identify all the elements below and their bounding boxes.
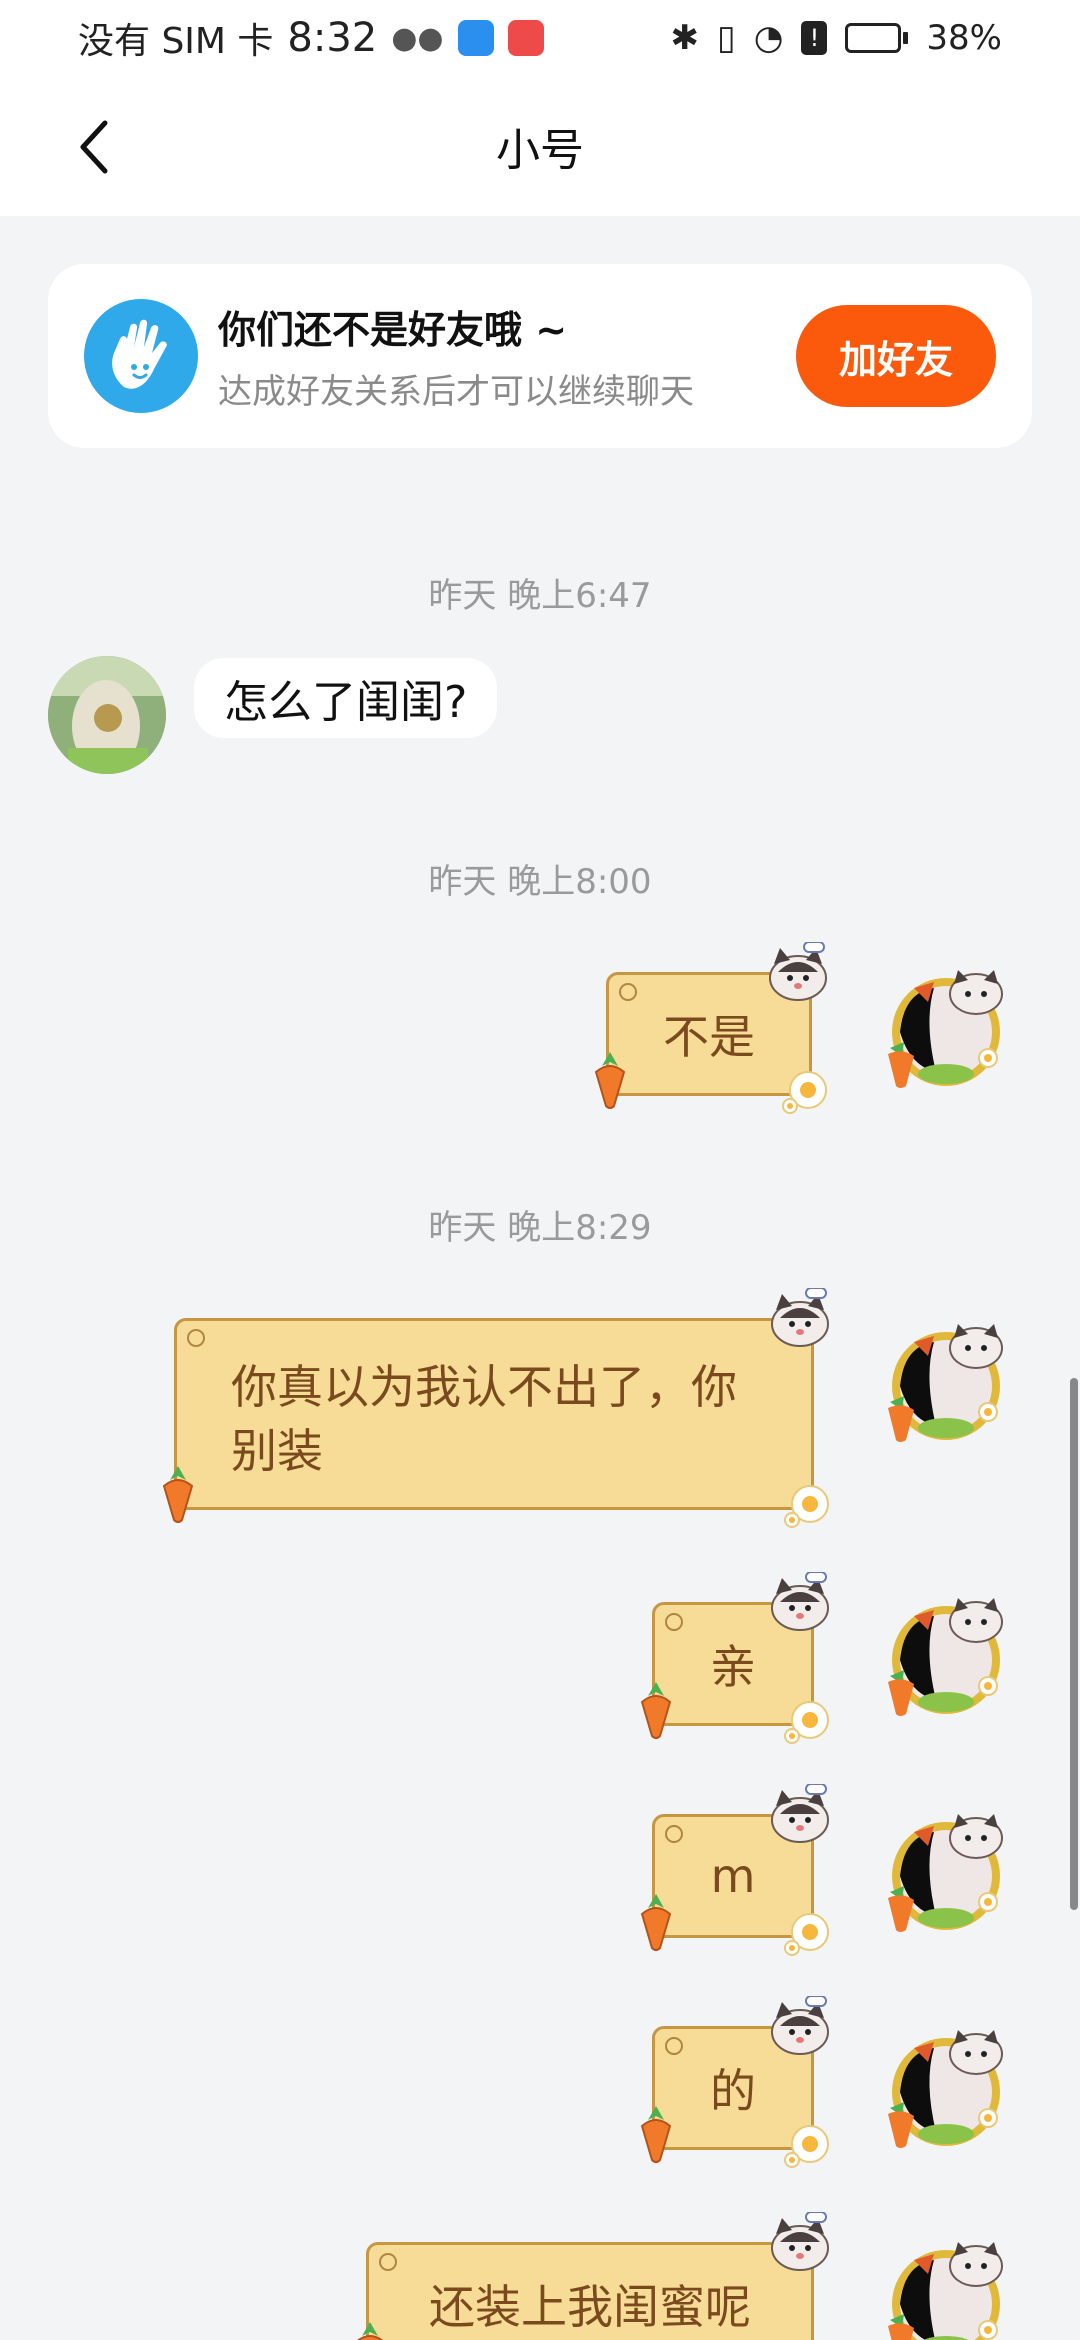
carrier-label: 没有 SIM 卡 bbox=[78, 21, 274, 62]
message-text: 的 bbox=[710, 2064, 756, 2118]
cat-sticker-icon bbox=[766, 1783, 834, 1844]
pin-decoration bbox=[665, 1825, 683, 1843]
sent-message-bubble[interactable]: 你真以为我认不出了，你 别装 bbox=[174, 1318, 814, 1510]
pin-decoration bbox=[187, 1329, 205, 1347]
received-message-bubble[interactable]: 怎么了闺闺? bbox=[194, 658, 498, 738]
hand-wave-icon bbox=[84, 299, 198, 413]
cat-sticker-icon bbox=[766, 1287, 834, 1348]
egg-sticker-icon bbox=[784, 2336, 834, 2340]
banner-title: 你们还不是好友哦 ~ bbox=[218, 308, 568, 352]
egg-sticker-icon bbox=[784, 1908, 834, 1958]
my-avatar[interactable] bbox=[884, 1806, 1014, 1936]
egg-sticker-icon bbox=[782, 1066, 832, 1116]
battery-icon bbox=[845, 23, 909, 53]
bluetooth-icon: ✱ bbox=[670, 18, 700, 58]
back-button[interactable] bbox=[62, 112, 126, 182]
not-friends-banner: 你们还不是好友哦 ~ 达成好友关系后才可以继续聊天 加好友 bbox=[48, 264, 1032, 448]
timestamp: 昨天 晚上8:29 bbox=[428, 1208, 652, 1248]
pin-decoration bbox=[379, 2253, 397, 2271]
cat-sticker-icon bbox=[764, 941, 832, 1002]
message-line: 你真以为我认不出了，你 bbox=[231, 1360, 737, 1414]
my-avatar[interactable] bbox=[884, 1590, 1014, 1720]
egg-sticker-icon bbox=[784, 2120, 834, 2170]
huawei-app-icon bbox=[507, 20, 544, 56]
cat-sticker-icon bbox=[766, 1571, 834, 1632]
carrot-sticker-icon bbox=[156, 1464, 200, 1524]
my-avatar[interactable] bbox=[884, 1316, 1014, 1446]
my-avatar[interactable] bbox=[884, 2022, 1014, 2152]
banner-subtitle: 达成好友关系后才可以继续聊天 bbox=[218, 372, 694, 412]
message-text: 亲 bbox=[710, 1640, 756, 1694]
message-text: 还装上我闺蜜呢 bbox=[429, 2280, 751, 2334]
message-text: 你真以为我认不出了，你 别装 bbox=[231, 1355, 737, 1483]
carrot-sticker-icon bbox=[348, 2320, 392, 2340]
status-time: 8:32 bbox=[287, 15, 378, 61]
add-friend-button[interactable]: 加好友 bbox=[796, 305, 996, 407]
battery-percent: 38% bbox=[926, 18, 1002, 58]
carrot-sticker-icon bbox=[634, 1892, 678, 1952]
weather-app-icon bbox=[457, 20, 494, 56]
timestamp: 昨天 晚上6:47 bbox=[428, 576, 652, 616]
contact-avatar[interactable] bbox=[48, 656, 166, 774]
carrot-sticker-icon bbox=[588, 1050, 632, 1110]
pin-decoration bbox=[619, 983, 637, 1001]
carrot-sticker-icon bbox=[634, 1680, 678, 1740]
message-text: 不是 bbox=[663, 1010, 755, 1064]
cat-sticker-icon bbox=[766, 1995, 834, 2056]
timestamp: 昨天 晚上8:00 bbox=[428, 862, 652, 902]
message-text: m bbox=[710, 1849, 756, 1903]
wifi-icon: ◔ bbox=[753, 18, 784, 58]
wechat-icon: ●● bbox=[391, 20, 444, 56]
pin-decoration bbox=[665, 2037, 683, 2055]
message-line: 别装 bbox=[231, 1424, 323, 1478]
vibrate-icon: ▯ bbox=[717, 18, 736, 58]
page-title: 小号 bbox=[496, 125, 584, 176]
status-bar: 没有 SIM 卡 8:32 ●● ✱ ▯ ◔ ! 38% bbox=[0, 0, 1080, 76]
chevron-left-icon bbox=[80, 120, 108, 174]
sent-message-bubble[interactable]: 还装上我闺蜜呢 bbox=[366, 2242, 814, 2340]
alert-icon: ! bbox=[801, 21, 828, 55]
egg-sticker-icon bbox=[784, 1480, 834, 1530]
chat-header: 小号 bbox=[0, 76, 1080, 216]
egg-sticker-icon bbox=[784, 1696, 834, 1746]
my-avatar[interactable] bbox=[884, 962, 1014, 1092]
carrot-sticker-icon bbox=[634, 2104, 678, 2164]
my-avatar[interactable] bbox=[884, 2234, 1014, 2340]
pin-decoration bbox=[665, 1613, 683, 1631]
cat-sticker-icon bbox=[766, 2211, 834, 2272]
scrollbar[interactable] bbox=[1070, 1378, 1078, 1910]
